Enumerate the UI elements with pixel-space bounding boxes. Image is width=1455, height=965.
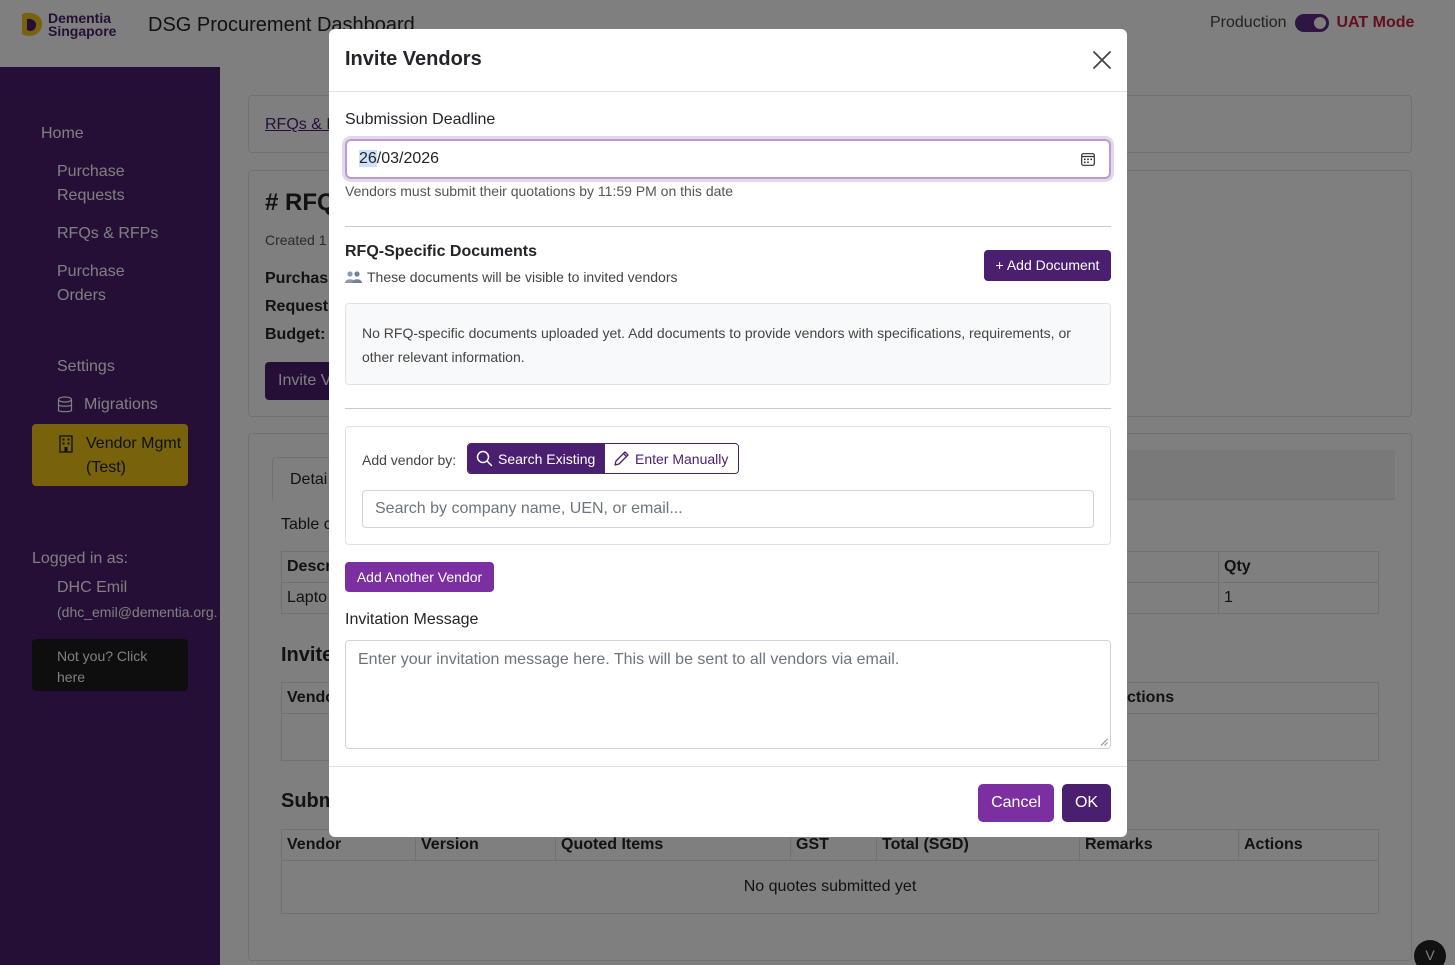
invitation-message-label: Invitation Message [345, 611, 479, 628]
divider [345, 408, 1111, 409]
date-day-segment[interactable]: 26 [359, 150, 377, 167]
modal-title: Invite Vendors [345, 48, 482, 70]
documents-empty-state: No RFQ-specific documents uploaded yet. … [345, 303, 1111, 385]
add-another-vendor-button[interactable]: Add Another Vendor [345, 562, 494, 592]
modal-header: Invite Vendors [329, 29, 1127, 92]
date-rest-segment[interactable]: /03/2026 [377, 150, 439, 167]
textarea-placeholder: Enter your invitation message here. This… [358, 651, 900, 668]
calendar-icon[interactable] [1081, 152, 1095, 166]
deadline-label: Submission Deadline [345, 111, 496, 128]
divider [345, 226, 1111, 227]
ok-button[interactable]: OK [1062, 784, 1111, 822]
documents-section-title: RFQ-Specific Documents [345, 243, 538, 260]
search-icon [476, 450, 493, 467]
invitation-message-textarea[interactable]: Enter your invitation message here. This… [345, 640, 1111, 749]
pencil-icon [614, 451, 629, 466]
resize-handle-icon[interactable] [1100, 738, 1108, 746]
enter-manually-button[interactable]: Enter Manually [605, 444, 738, 473]
vendor-entry-box: Add vendor by: Search Existing Enter Man… [345, 426, 1111, 545]
add-document-button[interactable]: + Add Document [984, 250, 1111, 281]
add-vendor-by-label: Add vendor by: [362, 452, 457, 468]
deadline-help-text: Vendors must submit their quotations by … [345, 183, 734, 199]
documents-note: These documents will be visible to invit… [345, 269, 678, 285]
invite-vendors-modal: Invite Vendors Submission Deadline 26/03… [329, 29, 1127, 837]
close-icon[interactable] [1091, 49, 1113, 71]
people-icon [345, 271, 362, 283]
modal-footer: Cancel OK [329, 766, 1127, 837]
cancel-button[interactable]: Cancel [978, 784, 1054, 822]
vendor-search-input[interactable]: Search by company name, UEN, or email... [362, 490, 1094, 528]
deadline-date-input[interactable]: 26/03/2026 [345, 139, 1111, 179]
vendor-mode-toggle: Search Existing Enter Manually [467, 443, 739, 474]
search-existing-button[interactable]: Search Existing [468, 444, 605, 473]
